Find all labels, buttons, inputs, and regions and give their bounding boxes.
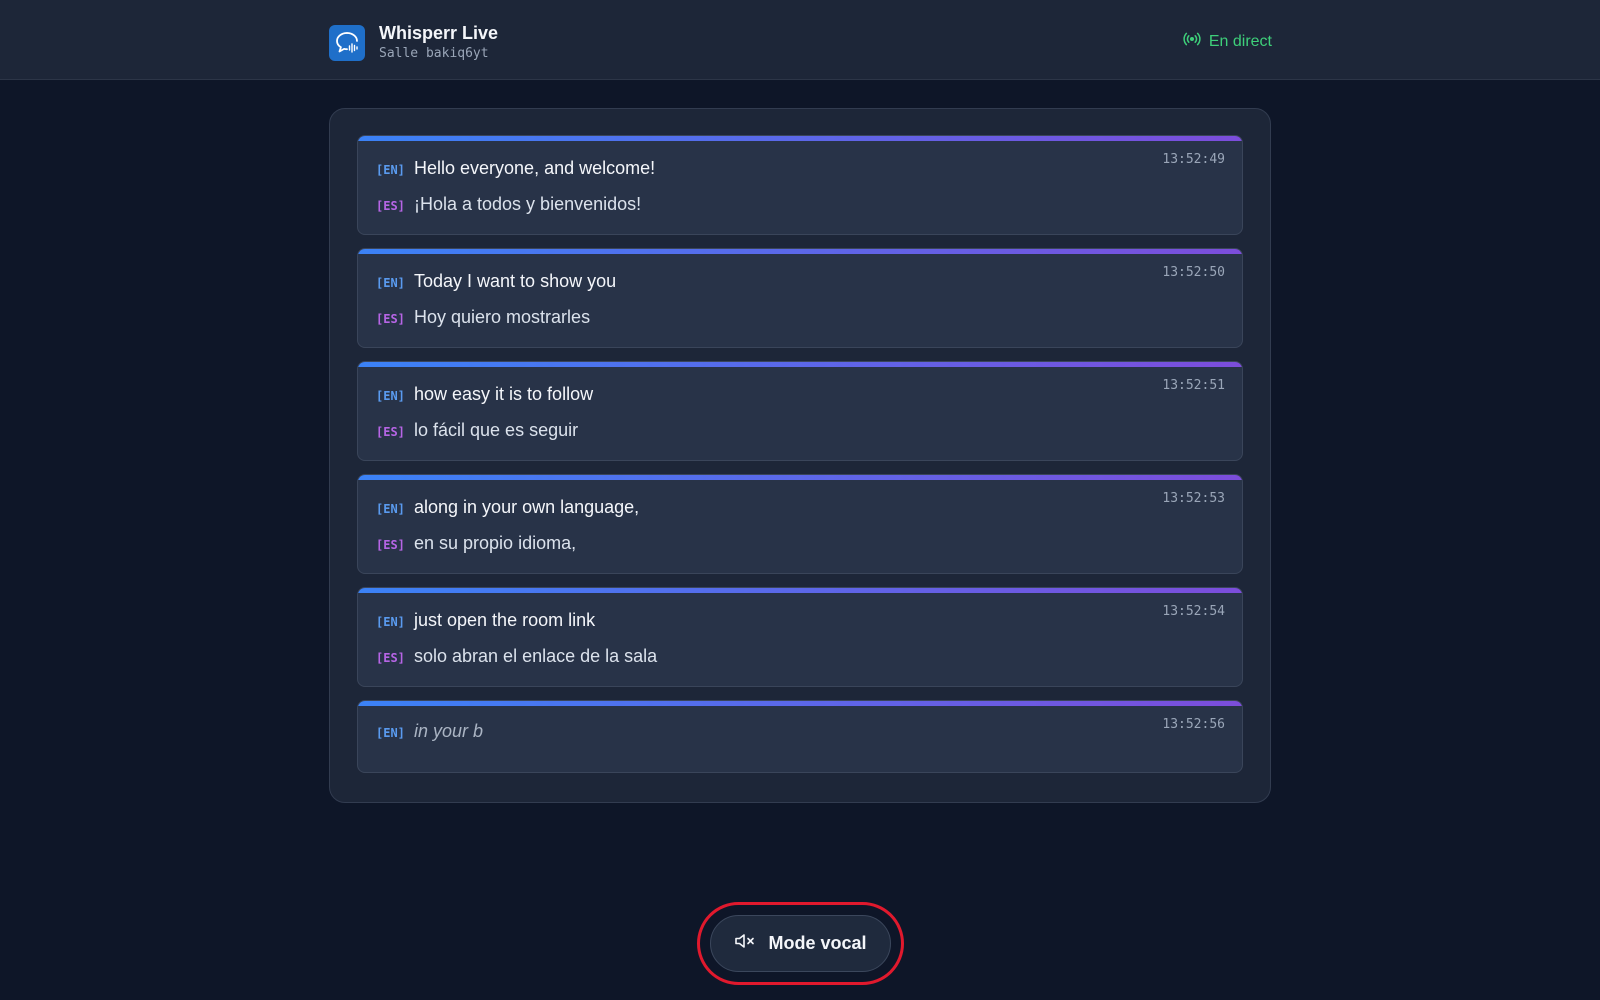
entry-accent-bar: [358, 362, 1242, 367]
source-text: along in your own language,: [414, 497, 640, 517]
translated-text: lo fácil que es seguir: [414, 420, 579, 440]
room-id: Salle bakiq6yt: [379, 46, 489, 61]
source-text: Today I want to show you: [414, 271, 617, 291]
language-tag-en: [EN]: [376, 502, 405, 516]
speaker-muted-icon: [734, 932, 768, 955]
entry-timestamp: 13:52:50: [1162, 265, 1225, 280]
transcript-entry: 13:52:51 [EN] how easy it is to follow […: [357, 361, 1243, 461]
entry-timestamp: 13:52:54: [1162, 604, 1225, 619]
source-text: just open the room link: [414, 610, 596, 630]
entry-accent-bar: [358, 588, 1242, 593]
language-tag-en: [EN]: [376, 163, 405, 177]
translated-text: en su propio idioma,: [414, 533, 577, 553]
entry-timestamp: 13:52:49: [1162, 152, 1225, 167]
translated-text: Hoy quiero mostrarles: [414, 307, 591, 327]
language-tag-es: [ES]: [376, 651, 405, 665]
transcript-entry-pending: 13:52:56 [EN] in your b: [357, 700, 1243, 773]
transcript-entry: 13:52:53 [EN] along in your own language…: [357, 474, 1243, 574]
language-tag-en: [EN]: [376, 615, 405, 629]
live-status: En direct: [1183, 30, 1272, 53]
transcript-panel: 13:52:49 [EN] Hello everyone, and welcom…: [329, 108, 1271, 803]
entry-accent-bar: [358, 136, 1242, 141]
source-text: Hello everyone, and welcome!: [414, 158, 656, 178]
language-tag-es: [ES]: [376, 199, 405, 213]
translated-text: solo abran el enlace de la sala: [414, 646, 658, 666]
transcript-entry: 13:52:54 [EN] just open the room link [E…: [357, 587, 1243, 687]
translated-text: ¡Hola a todos y bienvenidos!: [414, 194, 642, 214]
language-tag-es: [ES]: [376, 538, 405, 552]
brand: Whisperr Live Salle bakiq6yt: [329, 22, 498, 63]
pending-source-text: in your b: [414, 721, 484, 741]
entry-accent-bar: [358, 475, 1242, 480]
top-bar: Whisperr Live Salle bakiq6yt En direct: [0, 0, 1600, 80]
live-status-label: En direct: [1208, 32, 1272, 50]
voice-mode-label: Mode vocal: [768, 933, 867, 953]
transcript-entry: 13:52:50 [EN] Today I want to show you […: [357, 248, 1243, 348]
entry-accent-bar: [358, 249, 1242, 254]
language-tag-es: [ES]: [376, 312, 405, 326]
language-tag-es: [ES]: [376, 425, 405, 439]
transcript-list: 13:52:49 [EN] Hello everyone, and welcom…: [357, 135, 1243, 773]
broadcast-icon: [1183, 30, 1209, 53]
entry-timestamp: 13:52:56: [1162, 717, 1225, 732]
voice-mode-highlight: Mode vocal: [697, 902, 904, 985]
transcript-entry: 13:52:49 [EN] Hello everyone, and welcom…: [357, 135, 1243, 235]
entry-accent-bar: [358, 701, 1242, 706]
source-text: how easy it is to follow: [414, 384, 594, 404]
language-tag-en: [EN]: [376, 726, 405, 740]
entry-timestamp: 13:52:53: [1162, 491, 1225, 506]
app-title: Whisperr Live: [379, 23, 499, 43]
language-tag-en: [EN]: [376, 276, 405, 290]
voice-mode-button[interactable]: Mode vocal: [710, 915, 891, 972]
entry-timestamp: 13:52:51: [1162, 378, 1225, 393]
language-tag-en: [EN]: [376, 389, 405, 403]
chat-bubble-waveform-icon: [329, 24, 365, 61]
